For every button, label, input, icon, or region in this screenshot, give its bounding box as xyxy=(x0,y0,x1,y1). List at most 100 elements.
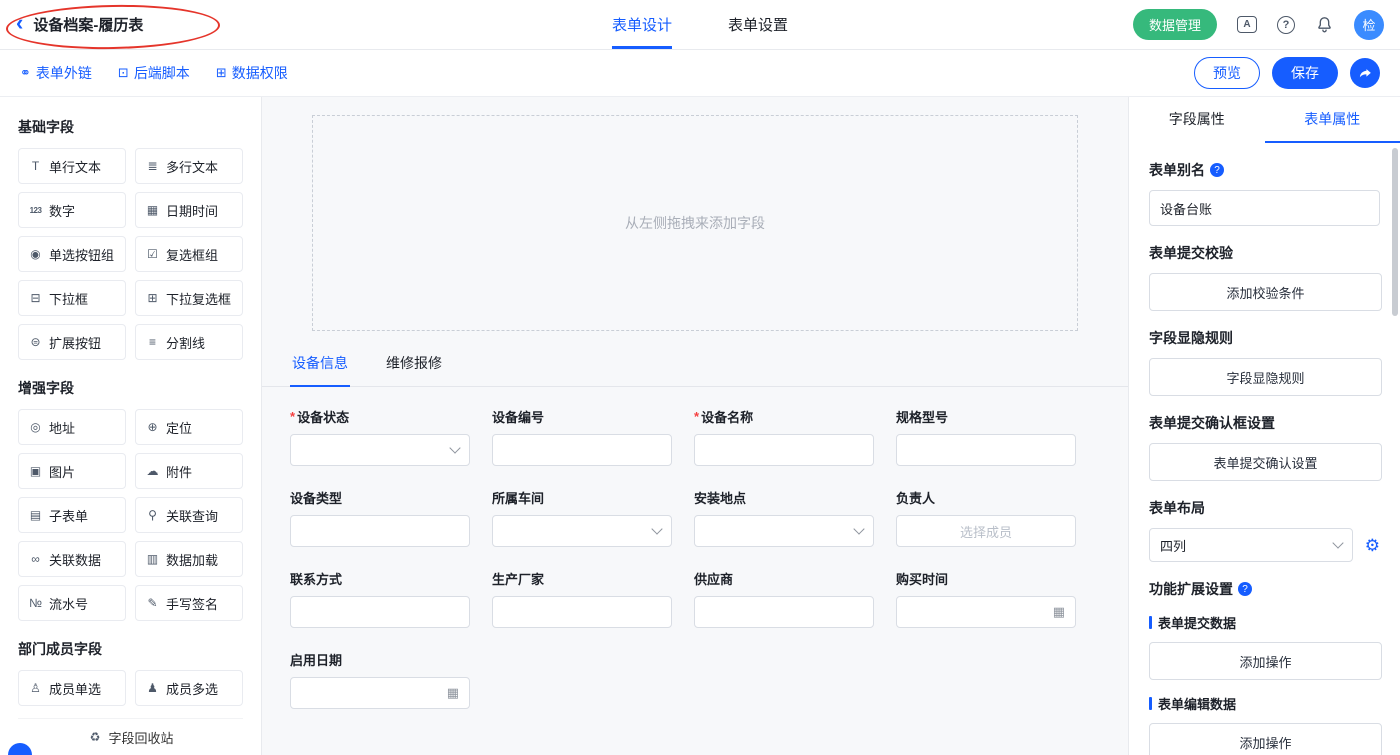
sidebar-item-signature[interactable]: ✎手写签名 xyxy=(135,585,243,621)
data-permission-button[interactable]: ⊞ 数据权限 xyxy=(216,63,288,83)
tab-form-settings[interactable]: 表单设置 xyxy=(728,0,788,49)
item-label: 成员单选 xyxy=(49,679,101,698)
submit-confirm-button[interactable]: 表单提交确认设置 xyxy=(1149,443,1382,481)
add-validation-button[interactable]: 添加校验条件 xyxy=(1149,273,1382,311)
preview-button[interactable]: 预览 xyxy=(1194,57,1260,89)
workshop-select[interactable] xyxy=(492,515,672,547)
label-text: 设备类型 xyxy=(290,488,342,507)
sidebar-item-member-multi[interactable]: ♟成员多选 xyxy=(135,670,243,706)
vertical-scrollbar[interactable] xyxy=(1392,148,1398,316)
submit-data-add-action-button[interactable]: 添加操作 xyxy=(1149,642,1382,680)
permission-icon: ⊞ xyxy=(216,65,227,81)
sidebar-item-linked-data[interactable]: ∞ 关联数据 xyxy=(18,541,126,577)
tab-form-design[interactable]: 表单设计 xyxy=(612,0,672,49)
item-label: 流水号 xyxy=(49,594,88,613)
number-icon: 123 xyxy=(28,206,43,215)
contact-input[interactable] xyxy=(290,596,470,628)
device-no-input[interactable] xyxy=(492,434,672,466)
field-recycle-bin[interactable]: ♻ 字段回收站 xyxy=(18,718,243,755)
field-label: 设备编号 xyxy=(492,407,672,426)
sidebar-item-subform[interactable]: ▤子表单 xyxy=(18,497,126,533)
serial-number-icon: № xyxy=(28,596,43,610)
form-field: 所属车间 xyxy=(492,488,672,547)
question-icon[interactable]: ? xyxy=(1210,163,1224,177)
item-label: 日期时间 xyxy=(166,201,218,220)
label-text: 设备编号 xyxy=(492,407,544,426)
form-layout-select[interactable]: 四列 xyxy=(1149,528,1353,562)
label-text: 生产厂家 xyxy=(492,569,544,588)
spec-model-input[interactable] xyxy=(896,434,1076,466)
language-icon[interactable]: A xyxy=(1237,16,1257,33)
checkbox-icon: ☑ xyxy=(145,247,160,261)
tab-device-info[interactable]: 设备信息 xyxy=(290,343,350,387)
canvas-tab-bar: 设备信息 维修报修 xyxy=(262,343,1128,387)
sidebar-item-address[interactable]: ◎地址 xyxy=(18,409,126,445)
tab-form-properties[interactable]: 表单属性 xyxy=(1265,97,1400,143)
label-text: 表单提交确认框设置 xyxy=(1149,413,1275,433)
device-name-input[interactable] xyxy=(694,434,874,466)
back-icon[interactable]: ‹ xyxy=(16,12,23,34)
sidebar-item-extend-button[interactable]: ⊜扩展按钮 xyxy=(18,324,126,360)
linked-data-icon: ∞ xyxy=(28,552,43,566)
section-title-member-fields: 部门成员字段 xyxy=(18,639,243,659)
purchase-date-input[interactable]: ▦ xyxy=(896,596,1076,628)
item-label: 地址 xyxy=(49,418,75,437)
label-text: 表单提交校验 xyxy=(1149,243,1233,263)
form-external-link-button[interactable]: ⚭ 表单外链 xyxy=(20,63,92,83)
item-label: 数字 xyxy=(49,201,75,220)
sidebar-item-multi-line-text[interactable]: ≣多行文本 xyxy=(135,148,243,184)
sidebar-item-dropdown-multi[interactable]: ⊞下拉复选框 xyxy=(135,280,243,316)
avatar[interactable]: 检 xyxy=(1354,10,1384,40)
tab-field-properties[interactable]: 字段属性 xyxy=(1129,97,1265,143)
form-alias-input[interactable] xyxy=(1149,190,1380,226)
sidebar-item-location[interactable]: ⊕ 定位 xyxy=(135,409,243,445)
sidebar-item-number[interactable]: 123 数字 xyxy=(18,192,126,228)
toolbar-actions: 预览 保存 xyxy=(1194,57,1380,89)
sidebar-item-attachment[interactable]: ☁附件 xyxy=(135,453,243,489)
item-label: 关联数据 xyxy=(49,550,101,569)
label-text: 表单编辑数据 xyxy=(1158,694,1236,713)
sidebar-item-divider[interactable]: ≡分割线 xyxy=(135,324,243,360)
sidebar-item-radio-group[interactable]: ◉单选按钮组 xyxy=(18,236,126,272)
device-type-input[interactable] xyxy=(290,515,470,547)
field-dropzone[interactable]: 从左侧拖拽来添加字段 xyxy=(312,115,1078,331)
gear-icon[interactable]: ⚙ xyxy=(1365,537,1380,554)
submit-validation-label: 表单提交校验 xyxy=(1149,243,1380,263)
form-field: 联系方式 xyxy=(290,569,470,628)
top-header: ‹ 设备档案-履历表 表单设计 表单设置 数据管理 A ? 检 xyxy=(0,0,1400,50)
owner-member-picker[interactable]: 选择成员 xyxy=(896,515,1076,547)
field-label: 设备类型 xyxy=(290,488,470,507)
sidebar-item-linked-query[interactable]: ⚲关联查询 xyxy=(135,497,243,533)
sidebar-item-single-line-text[interactable]: T单行文本 xyxy=(18,148,126,184)
supplier-input[interactable] xyxy=(694,596,874,628)
tab-repair-report[interactable]: 维修报修 xyxy=(384,343,444,387)
sidebar-item-image[interactable]: ▣图片 xyxy=(18,453,126,489)
manufacturer-input[interactable] xyxy=(492,596,672,628)
sidebar-item-serial-number[interactable]: № 流水号 xyxy=(18,585,126,621)
calendar-icon: ▦ xyxy=(145,203,160,217)
field-label: 所属车间 xyxy=(492,488,672,507)
save-button[interactable]: 保存 xyxy=(1272,57,1338,89)
data-load-icon: ▥ xyxy=(145,552,160,566)
device-status-select[interactable] xyxy=(290,434,470,466)
share-button[interactable] xyxy=(1350,58,1380,88)
sidebar-item-member-single[interactable]: ♙成员单选 xyxy=(18,670,126,706)
backend-script-button[interactable]: ⊡ 后端脚本 xyxy=(118,63,190,83)
question-icon[interactable]: ? xyxy=(1238,582,1252,596)
location-icon: ⊕ xyxy=(145,420,160,434)
bell-icon[interactable] xyxy=(1315,15,1334,34)
visibility-rules-button[interactable]: 字段显隐规则 xyxy=(1149,358,1382,396)
header-left: ‹ 设备档案-履历表 xyxy=(16,0,143,49)
data-manage-button[interactable]: 数据管理 xyxy=(1133,9,1217,40)
edit-data-add-action-button[interactable]: 添加操作 xyxy=(1149,723,1382,755)
install-site-select[interactable] xyxy=(694,515,874,547)
enable-date-input[interactable]: ▦ xyxy=(290,677,470,709)
sidebar-item-data-load[interactable]: ▥数据加载 xyxy=(135,541,243,577)
help-icon[interactable]: ? xyxy=(1277,16,1295,34)
sidebar-item-checkbox-group[interactable]: ☑复选框组 xyxy=(135,236,243,272)
sidebar-item-datetime[interactable]: ▦ 日期时间 xyxy=(135,192,243,228)
item-label: 定位 xyxy=(166,418,192,437)
extension-settings-label: 功能扩展设置 ? xyxy=(1149,579,1380,599)
sidebar-item-dropdown[interactable]: ⊟下拉框 xyxy=(18,280,126,316)
member-fields-grid: ♙成员单选 ♟成员多选 xyxy=(18,670,243,706)
